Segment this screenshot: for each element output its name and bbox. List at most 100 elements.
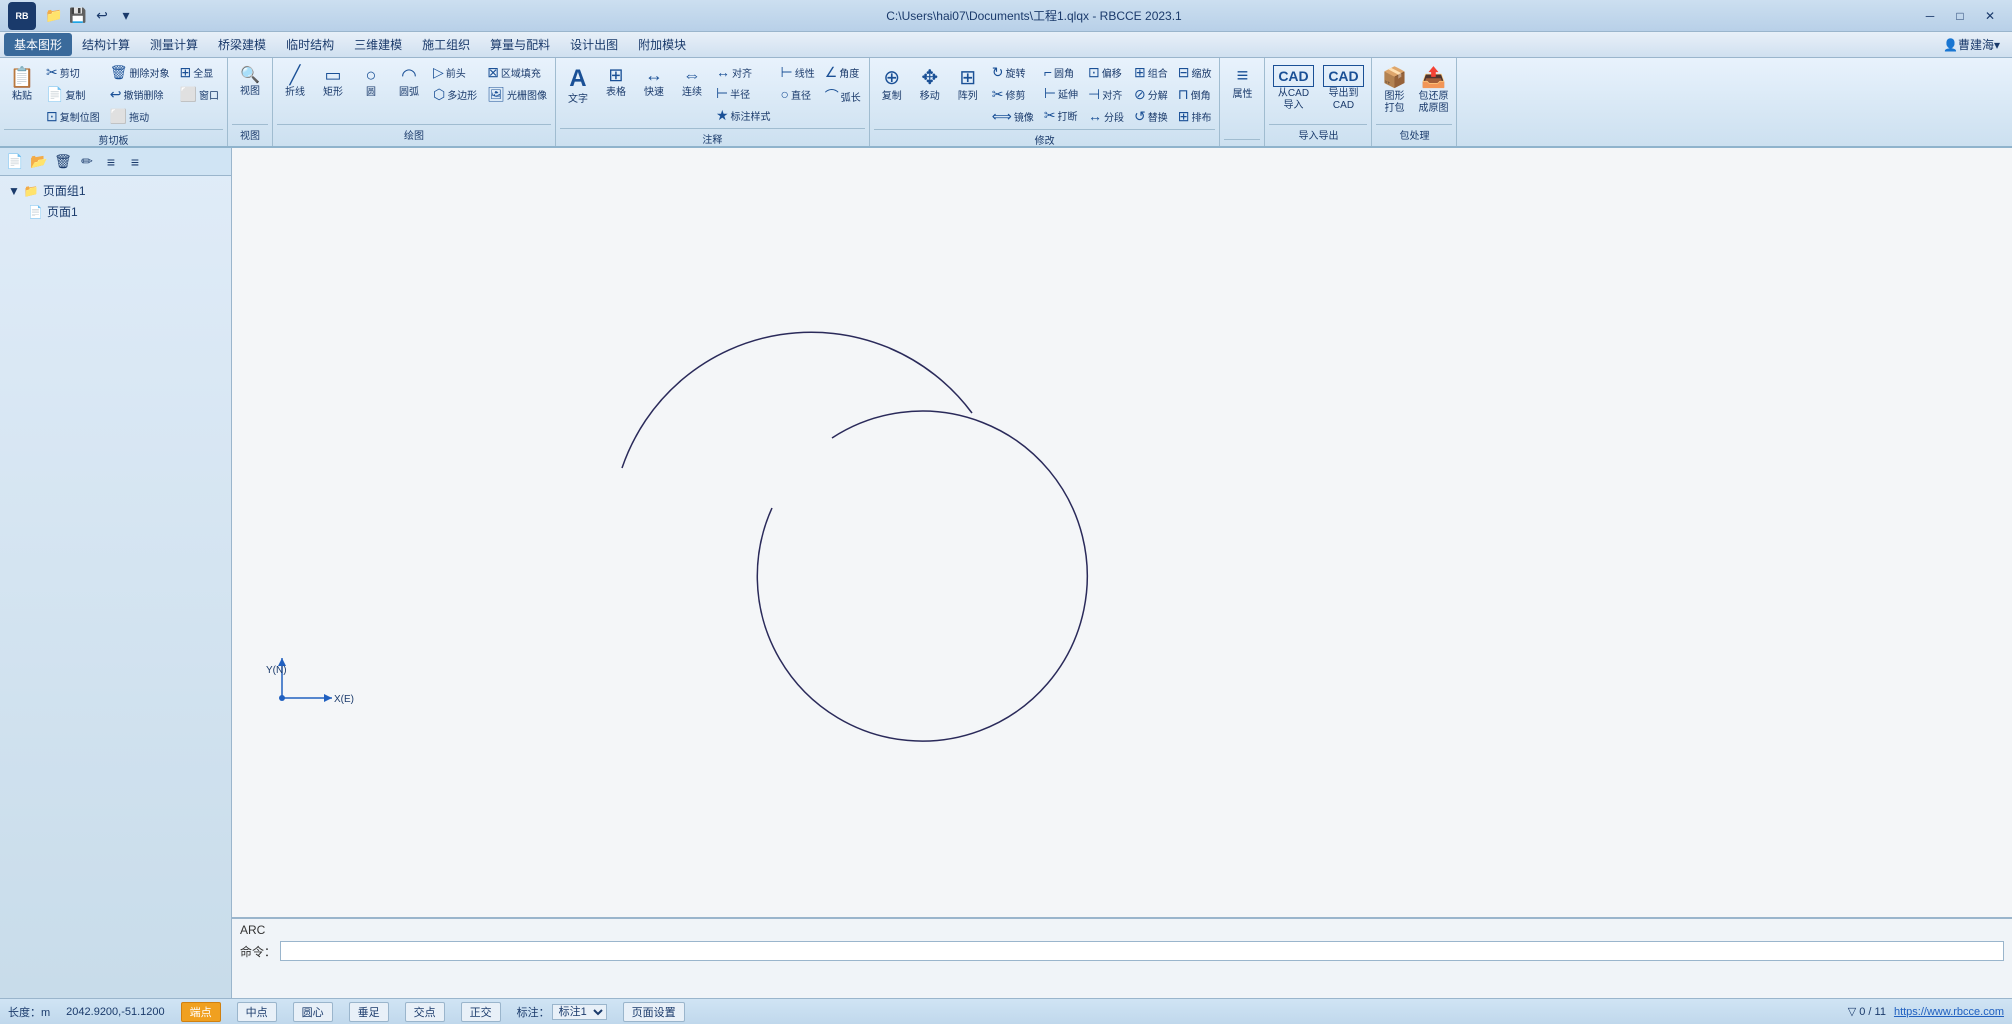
user-area[interactable]: 👤 曹建海 ▾ bbox=[1943, 36, 2008, 53]
menu-3d-model[interactable]: 三维建模 bbox=[344, 33, 412, 56]
snap-label-select[interactable]: 标注1 bbox=[552, 1004, 607, 1020]
polygon-icon: ⬡ bbox=[433, 86, 445, 103]
qa-open-btn[interactable]: 📁 bbox=[44, 6, 64, 26]
qa-more-btn[interactable]: ▾ bbox=[116, 6, 136, 26]
drawing-canvas[interactable]: Y(N) X(E) bbox=[232, 148, 2012, 998]
diameter-dim-button[interactable]: ○ 直径 bbox=[777, 84, 819, 104]
scale-button[interactable]: ⊟ 缩放 bbox=[1174, 62, 1216, 83]
menu-quantity[interactable]: 算量与配料 bbox=[480, 33, 560, 56]
table-button[interactable]: ⊞ 表格 bbox=[598, 62, 634, 102]
copy-button[interactable]: 📄 复制 bbox=[42, 84, 104, 105]
paste-button[interactable]: 📋 粘贴 bbox=[4, 62, 40, 106]
copy-bitmap-button[interactable]: ⬜ 拖动 bbox=[106, 106, 174, 127]
unpack-button[interactable]: 📤 包还原成原图 bbox=[1414, 62, 1452, 118]
open-button[interactable]: 📂 bbox=[28, 151, 50, 173]
minimize-button[interactable]: ─ bbox=[1916, 6, 1944, 26]
menu-design-drawing[interactable]: 设计出图 bbox=[560, 33, 628, 56]
ortho-snap-button[interactable]: 正交 bbox=[461, 1002, 501, 1022]
menu-temp-structure[interactable]: 临时结构 bbox=[276, 33, 344, 56]
extend-button[interactable]: ⊢ 延伸 bbox=[1040, 83, 1082, 104]
endpoint-snap-button[interactable]: 端点 bbox=[181, 1002, 221, 1022]
arc-button[interactable]: ◠ 圆弧 bbox=[391, 62, 427, 102]
menu-construction[interactable]: 施工组织 bbox=[412, 33, 480, 56]
menu-basic-shapes[interactable]: 基本图形 bbox=[4, 33, 72, 56]
pack-button[interactable]: 📦 图形打包 bbox=[1376, 62, 1412, 118]
tree-group-header-1[interactable]: ▼ 📁 页面组1 bbox=[4, 180, 227, 201]
polyline-button[interactable]: ╱ 折线 bbox=[277, 62, 313, 102]
angle-dim-button[interactable]: ∠ 角度 bbox=[821, 62, 865, 83]
quick-dim-button[interactable]: ↔ 快速 bbox=[636, 62, 672, 102]
dim-style-button[interactable]: ★ 标注样式 bbox=[712, 105, 775, 126]
segment-icon: ↔ bbox=[1088, 108, 1102, 124]
cut-button[interactable]: ✂ 剪切 bbox=[42, 62, 104, 83]
fillet-button[interactable]: ⌐ 圆角 bbox=[1040, 62, 1082, 82]
window-view-button[interactable]: ⬜ 窗口 bbox=[176, 84, 223, 105]
page-settings-button[interactable]: 页面设置 bbox=[623, 1002, 685, 1022]
align-left-button[interactable]: ≡ bbox=[100, 151, 122, 173]
array-label: 阵列 bbox=[958, 91, 978, 103]
linear-dim-button[interactable]: ⊢ 线性 bbox=[777, 62, 819, 83]
intersection-snap-button[interactable]: 交点 bbox=[405, 1002, 445, 1022]
qa-undo-btn[interactable]: ↩ bbox=[92, 6, 112, 26]
delete-page-button[interactable]: 🗑 bbox=[52, 151, 74, 173]
import-cad-button[interactable]: CAD 从CAD导入 bbox=[1269, 62, 1317, 115]
fullview-button[interactable]: ⊞ 全显 bbox=[176, 62, 223, 83]
copy-position-button[interactable]: ⊡ 复制位图 bbox=[42, 106, 104, 127]
chamfer-button[interactable]: ⊓ 倒角 bbox=[1174, 84, 1216, 105]
perpendicular-snap-button[interactable]: 垂足 bbox=[349, 1002, 389, 1022]
menu-addon[interactable]: 附加模块 bbox=[628, 33, 696, 56]
align-mod-button[interactable]: ⊣ 对齐 bbox=[1084, 84, 1128, 105]
midpoint-snap-button[interactable]: 中点 bbox=[237, 1002, 277, 1022]
raster-button[interactable]: 🖼 光栅图像 bbox=[483, 84, 551, 105]
maximize-button[interactable]: □ bbox=[1946, 6, 1974, 26]
help-link[interactable]: https://www.rbcce.com bbox=[1894, 1006, 2004, 1018]
group-button[interactable]: ⊞ 组合 bbox=[1130, 62, 1172, 83]
view-btn[interactable]: 🔍 视图 bbox=[232, 62, 268, 101]
export-cad-button[interactable]: CAD 导出到CAD bbox=[1319, 62, 1367, 115]
extend-icon: ⊢ bbox=[1044, 85, 1056, 102]
new-page-button[interactable]: 📄 bbox=[4, 151, 26, 173]
delete-obj-button[interactable]: 🗑 删除对象 bbox=[106, 62, 174, 83]
copy-label: 复制 bbox=[65, 87, 85, 102]
qa-save-btn[interactable]: 💾 bbox=[68, 6, 88, 26]
arc-dim-button[interactable]: ⌒ 弧长 bbox=[821, 84, 865, 108]
clipboard-col2: 🗑 删除对象 ↩ 撤销删除 ⬜ 拖动 bbox=[106, 62, 174, 127]
array-icon: ⊞ bbox=[959, 65, 976, 90]
fill-button[interactable]: ⊠ 区域填充 bbox=[483, 62, 551, 83]
canvas-area[interactable]: Y(N) X(E) ARC 命令： bbox=[232, 148, 2012, 998]
cont-dim-button[interactable]: ⇔ 连续 bbox=[674, 62, 710, 102]
copy-mod-button[interactable]: ⊕ 复制 bbox=[874, 62, 910, 106]
array-button[interactable]: ⊞ 阵列 bbox=[950, 62, 986, 106]
move-button[interactable]: ✥ 移动 bbox=[912, 62, 948, 106]
rotate-button[interactable]: ↻ 旋转 bbox=[988, 62, 1038, 83]
menu-survey-calc[interactable]: 测量计算 bbox=[140, 33, 208, 56]
segment-label: 分段 bbox=[1104, 109, 1124, 124]
menu-bridge-model[interactable]: 桥梁建模 bbox=[208, 33, 276, 56]
undo-delete-button[interactable]: ↩ 撤销删除 bbox=[106, 84, 174, 105]
rect-button[interactable]: ▭ 矩形 bbox=[315, 62, 351, 102]
arrow-button[interactable]: ▷ 前头 bbox=[429, 62, 481, 83]
radius-dim-button[interactable]: ⊢ 半径 bbox=[712, 83, 775, 104]
text-button[interactable]: A 文字 bbox=[560, 62, 596, 109]
segment-button[interactable]: ↔ 分段 bbox=[1084, 106, 1128, 126]
trim-button[interactable]: ✂ 修剪 bbox=[988, 84, 1038, 105]
polygon-button[interactable]: ⬡ 多边形 bbox=[429, 84, 481, 105]
command-log: ARC bbox=[240, 923, 2004, 937]
break-button[interactable]: ✂ 打断 bbox=[1040, 105, 1082, 126]
edit-page-button[interactable]: ✏ bbox=[76, 151, 98, 173]
explode-button[interactable]: ⊘ 分解 bbox=[1130, 84, 1172, 105]
properties-button[interactable]: ≡ 属性 bbox=[1224, 62, 1260, 104]
replace-button[interactable]: ↺ 替换 bbox=[1130, 106, 1172, 127]
mirror-button[interactable]: ⟺ 镜像 bbox=[988, 106, 1038, 127]
align-dim-button[interactable]: ↔ 对齐 bbox=[712, 62, 775, 82]
offset-button[interactable]: ⊡ 偏移 bbox=[1084, 62, 1128, 83]
tree-page-1[interactable]: 📄 页面1 bbox=[4, 201, 227, 222]
close-button[interactable]: ✕ bbox=[1976, 6, 2004, 26]
circle-button[interactable]: ○ 圆 bbox=[353, 62, 389, 102]
menu-structural-calc[interactable]: 结构计算 bbox=[72, 33, 140, 56]
svg-text:Y(N): Y(N) bbox=[266, 665, 287, 676]
arrange-button[interactable]: ⊞ 排布 bbox=[1174, 106, 1216, 127]
align-right-button[interactable]: ≡ bbox=[124, 151, 146, 173]
command-input[interactable] bbox=[280, 941, 2004, 961]
center-snap-button[interactable]: 圆心 bbox=[293, 1002, 333, 1022]
